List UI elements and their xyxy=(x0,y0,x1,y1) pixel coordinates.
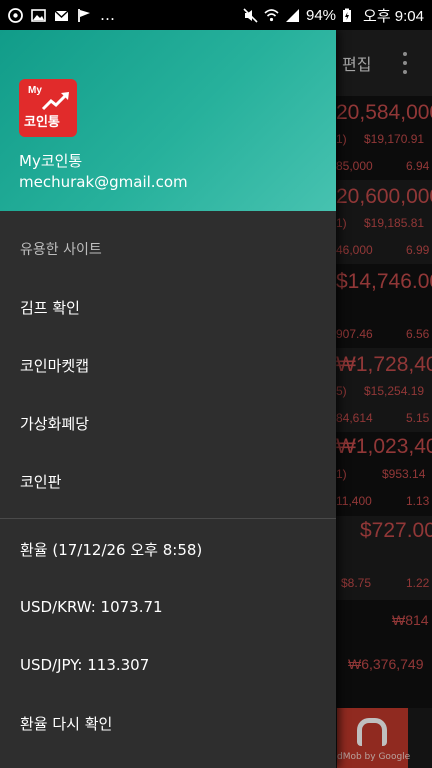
logo-text-korean: 코인통 xyxy=(24,115,60,130)
navigation-drawer: My 코인통 My코인통 mechurak@gmail.com 유용한 사이트 … xyxy=(0,30,336,768)
drawer-header: My 코인통 My코인통 mechurak@gmail.com xyxy=(0,30,336,211)
app-name: My코인통 xyxy=(19,152,83,170)
battery-charging-icon xyxy=(342,8,357,23)
wifi-icon xyxy=(264,8,279,23)
menu-item-refresh-rate[interactable]: 환율 다시 확인 xyxy=(0,694,336,752)
mail-icon xyxy=(54,8,69,23)
app-logo: My 코인통 xyxy=(19,79,77,137)
app-notification-icon xyxy=(8,7,23,23)
signal-icon xyxy=(285,8,300,23)
flag-icon xyxy=(77,8,92,23)
menu-item-coinmarketcap[interactable]: 코인마켓캡 xyxy=(0,336,336,394)
menu-item-usd-jpy[interactable]: USD/JPY: 113.307 xyxy=(0,636,336,694)
account-email: mechurak@gmail.com xyxy=(19,173,188,191)
battery-percent: 94% xyxy=(306,6,337,24)
mute-icon xyxy=(243,7,258,23)
drawer-scrim[interactable] xyxy=(336,30,432,768)
status-bar: … 94% 오후 9:04 xyxy=(0,0,432,30)
more-notifications-icon: … xyxy=(100,6,115,24)
section-header-useful-sites: 유용한 사이트 xyxy=(20,242,102,258)
menu-item-crypto-party[interactable]: 가상화폐당 xyxy=(0,394,336,452)
trend-arrow-icon xyxy=(41,92,69,111)
divider xyxy=(0,518,336,519)
menu-item-kimp-check[interactable]: 김프 확인 xyxy=(0,278,336,336)
clock: 오후 9:04 xyxy=(363,7,424,25)
menu-item-coinpan[interactable]: 코인판 xyxy=(0,452,336,510)
gallery-icon xyxy=(31,8,46,23)
section-header-exchange-rate: 환율 (17/12/26 오후 8:58) xyxy=(20,540,203,559)
menu-item-usd-krw[interactable]: USD/KRW: 1073.71 xyxy=(0,578,336,636)
